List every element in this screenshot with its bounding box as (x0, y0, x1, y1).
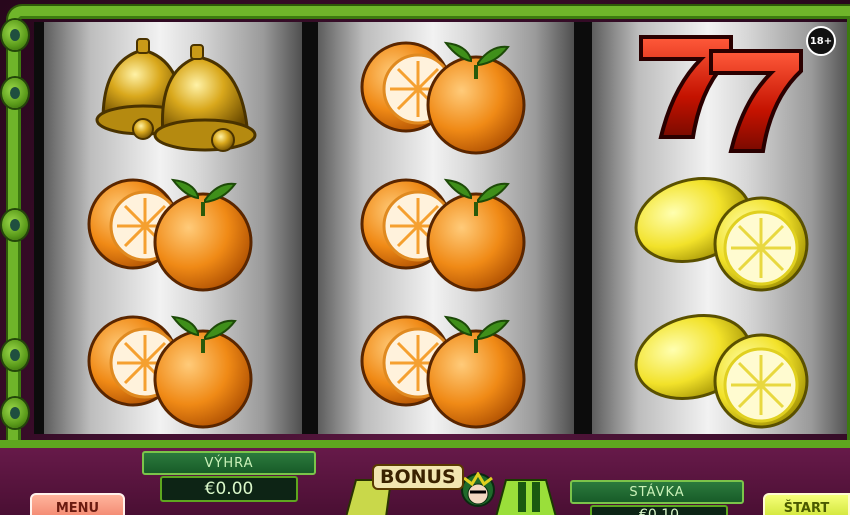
logo-text: BONUS (372, 464, 464, 490)
slot-game: 18+ VÝHRA €0.00 BONUS STÁVKA €0.10 MENU … (0, 0, 850, 515)
frame-knob (2, 398, 28, 428)
start-button[interactable]: ŠTART (763, 493, 850, 515)
frame-knob (2, 340, 28, 370)
frame-knob (2, 20, 28, 50)
win-label: VÝHRA (142, 451, 316, 475)
age-rating-badge: 18+ (806, 26, 836, 56)
bet-label: STÁVKA (570, 480, 744, 504)
menu-button[interactable]: MENU (30, 493, 125, 515)
frame-knob (2, 78, 28, 108)
game-logo: BONUS (340, 458, 572, 515)
frame-knob (2, 210, 28, 240)
reel-frame (8, 6, 850, 454)
win-value: €0.00 (160, 476, 298, 502)
bet-value: €0.10 (590, 505, 728, 515)
